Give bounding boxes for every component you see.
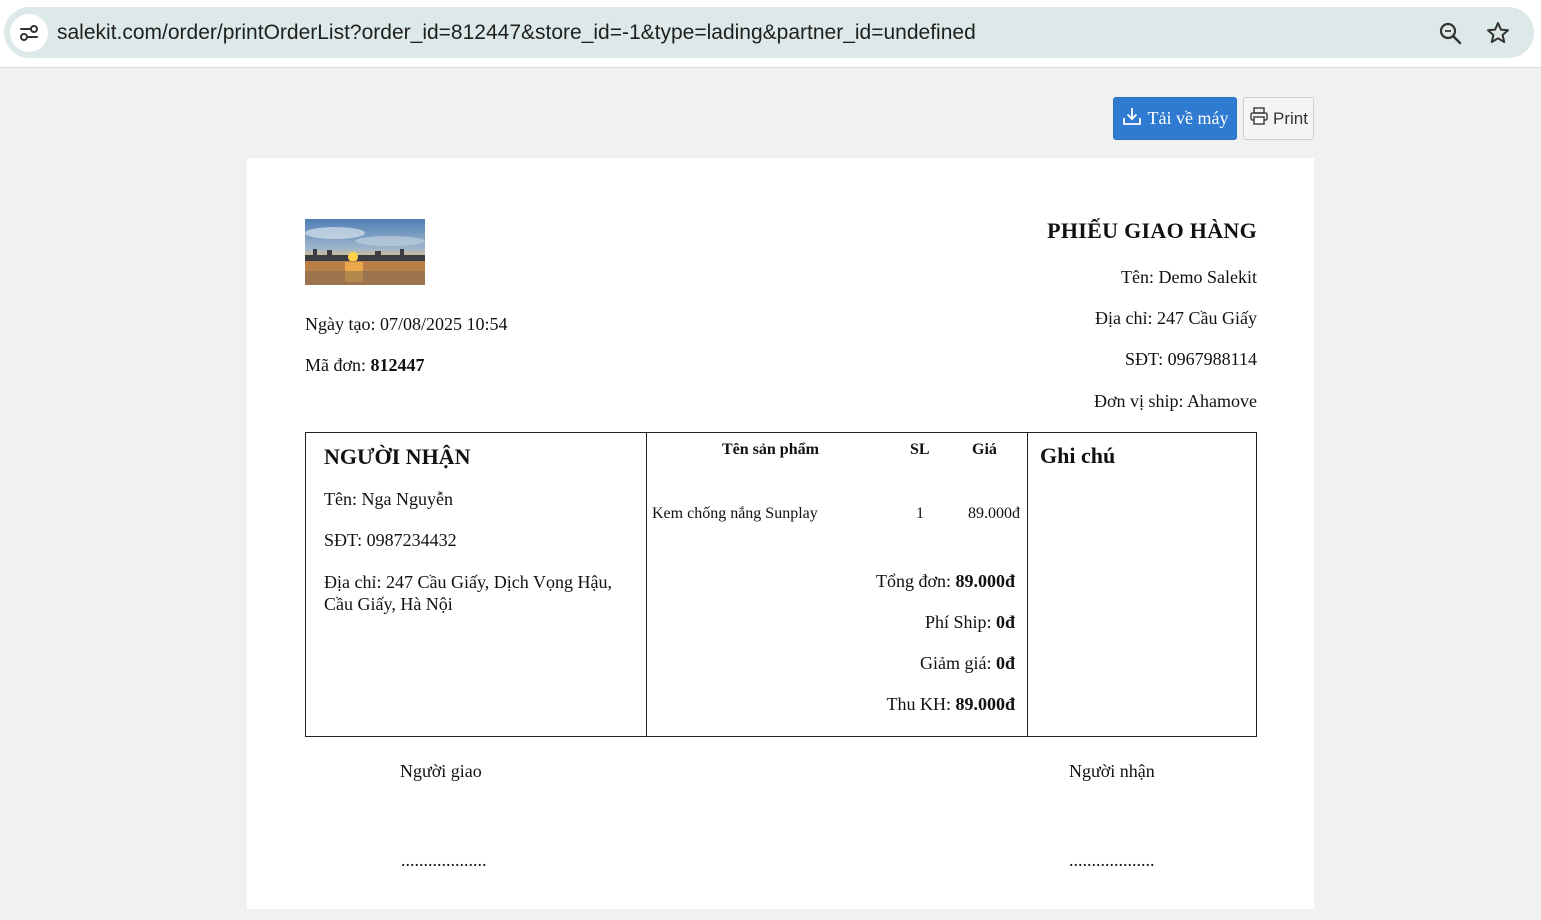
download-icon — [1122, 106, 1142, 131]
browser-toolbar: salekit.com/order/printOrderList?order_i… — [0, 0, 1541, 68]
product-name: Kem chống nắng Sunplay — [652, 505, 818, 522]
receiver-name: Tên: Nga Nguyễn — [324, 489, 453, 509]
receiver-column: NGƯỜI NHẬN Tên: Nga Nguyễn SĐT: 09872344… — [306, 433, 647, 736]
col-header-qty: SL — [910, 441, 930, 458]
col-header-price: Giá — [972, 441, 997, 458]
receiver-phone: SĐT: 0987234432 — [324, 530, 457, 550]
page-title: PHIẾU GIAO HÀNG — [1047, 218, 1257, 243]
delivery-note-sheet: Ngày tạo: 07/08/2025 10:54 Mã đơn: 81244… — [247, 158, 1314, 909]
note-heading: Ghi chú — [1040, 443, 1116, 468]
shop-name: Tên: Demo Salekit — [1121, 267, 1257, 287]
deliverer-signature-line: ................... — [401, 850, 487, 870]
recipient-signature-line: ................... — [1069, 850, 1155, 870]
created-date: Ngày tạo: 07/08/2025 10:54 — [305, 314, 508, 334]
recipient-signature-label: Người nhận — [1069, 761, 1155, 781]
col-header-product: Tên sản phẩm — [722, 441, 819, 458]
shipping-fee-value: 0đ — [995, 612, 1015, 632]
url-text[interactable]: salekit.com/order/printOrderList?order_i… — [57, 7, 976, 58]
receiver-heading: NGƯỜI NHẬN — [324, 444, 471, 469]
shipping-fee: Phí Ship: 0đ — [925, 612, 1015, 633]
collect-amount-value: 89.000đ — [955, 694, 1015, 714]
print-label: Print — [1273, 108, 1308, 128]
order-table: NGƯỜI NHẬN Tên: Nga Nguyễn SĐT: 09872344… — [305, 432, 1257, 737]
shipping-unit: Đơn vị ship: Ahamove — [1093, 391, 1257, 411]
order-code: Mã đơn: 812447 — [305, 355, 425, 376]
order-total: Tổng đơn: 89.000đ — [876, 571, 1015, 592]
download-label: Tải về máy — [1147, 108, 1229, 128]
collect-amount: Thu KH: 89.000đ — [886, 694, 1015, 715]
note-column: Ghi chú — [1028, 433, 1256, 736]
product-price: 89.000đ — [968, 505, 1020, 522]
zoom-icon[interactable] — [1436, 19, 1464, 47]
deliverer-signature-label: Người giao — [400, 761, 482, 781]
print-button[interactable]: Print — [1243, 97, 1314, 140]
site-info-icon[interactable] — [10, 14, 48, 52]
discount-label: Giảm giá: — [920, 653, 996, 673]
shop-phone: SĐT: 0967988114 — [1125, 349, 1257, 369]
download-button[interactable]: Tải về máy — [1113, 97, 1237, 140]
receiver-address: Địa chỉ: 247 Cầu Giấy, Dịch Vọng Hậu, Cầ… — [324, 572, 612, 614]
order-code-label: Mã đơn: — [305, 355, 371, 375]
order-code-value: 812447 — [370, 355, 425, 375]
discount-value: 0đ — [995, 653, 1015, 673]
order-total-value: 89.000đ — [955, 571, 1015, 591]
product-qty: 1 — [916, 505, 924, 522]
order-total-label: Tổng đơn: — [875, 571, 956, 591]
address-bar[interactable]: salekit.com/order/printOrderList?order_i… — [4, 7, 1534, 58]
shop-address: Địa chỉ: 247 Cầu Giấy — [1095, 308, 1257, 328]
collect-amount-label: Thu KH: — [886, 694, 956, 714]
products-column: Tên sản phẩm SL Giá Kem chống nắng Sunpl… — [647, 433, 1028, 736]
bookmark-star-icon[interactable] — [1484, 19, 1512, 47]
discount: Giảm giá: 0đ — [920, 653, 1015, 674]
printer-icon — [1249, 106, 1269, 131]
shipping-fee-label: Phí Ship: — [924, 612, 996, 632]
store-logo — [305, 219, 425, 285]
